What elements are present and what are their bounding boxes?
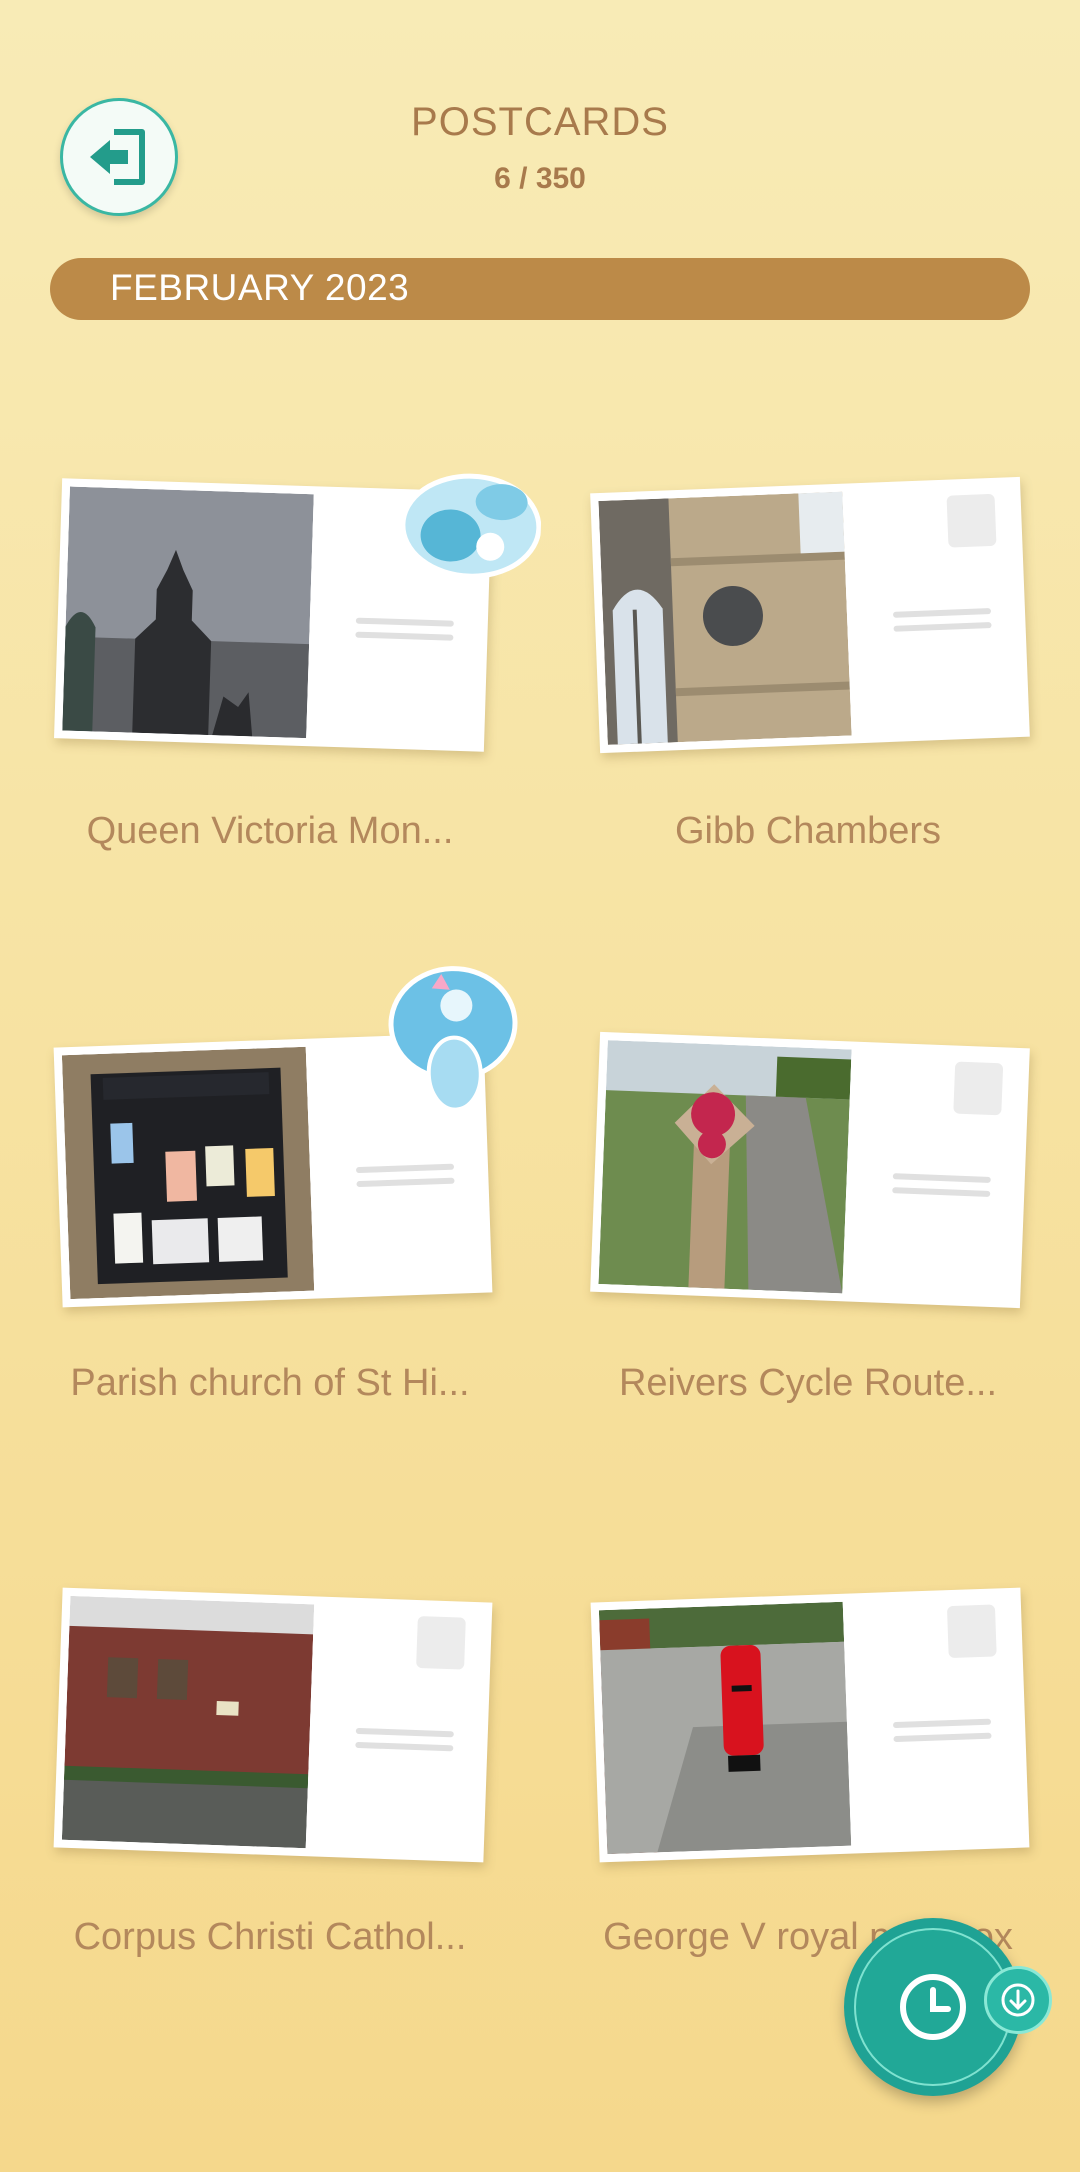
month-header: FEBRUARY 2023	[50, 258, 1030, 320]
address-lines	[892, 1173, 991, 1205]
page-title: POSTCARDS	[411, 100, 669, 144]
postcard-caption: Corpus Christi Cathol...	[73, 1916, 467, 1958]
postcard	[53, 1587, 493, 1863]
postcard-caption: Parish church of St Hi...	[70, 1362, 470, 1404]
postcard-photo	[598, 1601, 852, 1855]
postcard-item[interactable]	[590, 1031, 1030, 1309]
postcard-caption: Queen Victoria Mon...	[86, 810, 454, 852]
postcard-caption: Reivers Cycle Route...	[618, 1362, 997, 1404]
pokemon-sticker	[381, 961, 526, 1116]
arrow-down-icon	[1001, 1983, 1035, 2017]
postcard-item[interactable]	[54, 473, 542, 752]
address-lines	[355, 1163, 455, 1195]
postcard-item[interactable]	[590, 1587, 1030, 1863]
postcard-caption: Gibb Chambers	[674, 810, 942, 852]
address-lines	[892, 608, 992, 640]
time-filter-button[interactable]	[844, 1918, 1052, 2096]
postcard-photo	[61, 1595, 315, 1849]
stamp-placeholder	[946, 493, 997, 548]
postcard-item[interactable]	[53, 966, 518, 1308]
stamp-placeholder	[416, 1615, 466, 1670]
address-lines	[892, 1718, 992, 1750]
month-label: FEBRUARY 2023	[110, 267, 410, 308]
address-lines	[355, 1727, 454, 1759]
postcard-item[interactable]	[53, 1587, 493, 1863]
postcard-photo	[61, 1046, 315, 1300]
stamp-placeholder	[953, 1061, 1004, 1116]
postcard-photo	[62, 486, 314, 739]
postcard-photo	[598, 491, 852, 745]
postcard-count: 6 / 350	[494, 162, 586, 195]
postcard	[590, 476, 1030, 754]
sort-order-toggle[interactable]	[984, 1966, 1052, 2034]
stamp-placeholder	[946, 1604, 997, 1659]
postcard-item[interactable]	[590, 476, 1030, 754]
postcard	[590, 1031, 1030, 1309]
postcard	[590, 1587, 1030, 1863]
pokemon-sticker	[389, 464, 543, 589]
address-lines	[355, 617, 454, 649]
postcard-photo	[598, 1040, 852, 1294]
